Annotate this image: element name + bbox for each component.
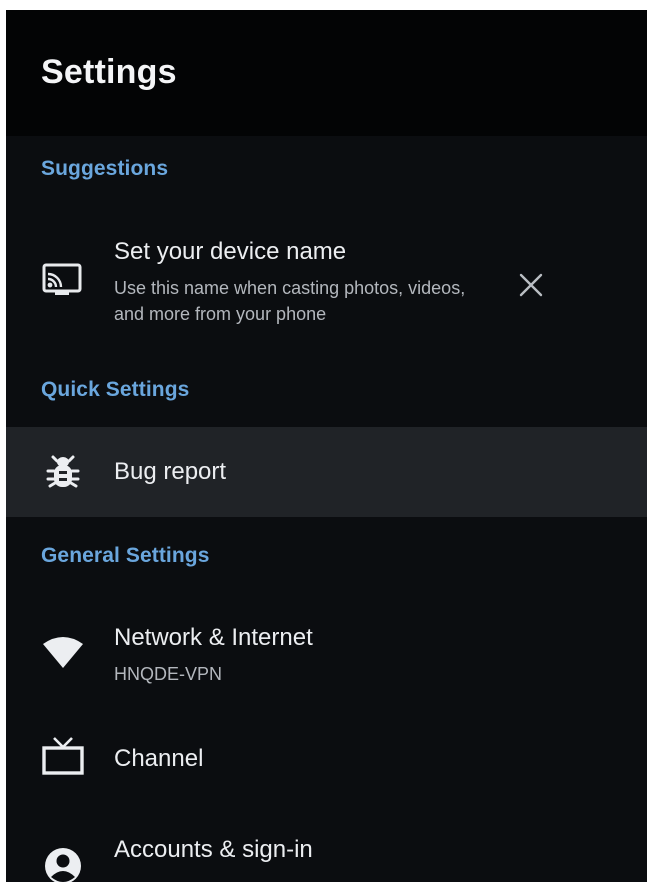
- bug-report-label: Bug report: [114, 458, 227, 485]
- network-label: Network & Internet: [114, 624, 313, 651]
- account-circle-icon: [41, 844, 85, 882]
- cast-icon: [41, 258, 85, 302]
- network-status: HNQDE-VPN: [114, 664, 223, 684]
- page-title: Settings: [41, 53, 177, 91]
- suggestion-item-device-name[interactable]: Set your device name Use this name when …: [6, 218, 647, 346]
- wifi-icon: [41, 630, 85, 674]
- section-label-quick-settings: Quick Settings: [41, 378, 190, 401]
- suggestion-subtitle-line2: and more from your phone: [114, 304, 327, 324]
- settings-item-accounts[interactable]: Accounts & sign-in: [6, 810, 647, 882]
- bug-icon: [41, 450, 85, 494]
- channel-label: Channel: [114, 745, 204, 772]
- section-label-suggestions: Suggestions: [41, 157, 169, 180]
- settings-item-bug-report[interactable]: Bug report: [6, 427, 647, 517]
- suggestion-title: Set your device name: [114, 238, 347, 265]
- settings-item-network[interactable]: Network & Internet HNQDE-VPN: [6, 600, 647, 696]
- settings-header: Settings: [6, 10, 647, 136]
- tv-icon: [41, 734, 85, 778]
- settings-panel: Settings Suggestions Set your device nam…: [6, 10, 647, 882]
- close-icon: [518, 272, 544, 303]
- settings-item-channel[interactable]: Channel: [6, 716, 647, 792]
- accounts-label: Accounts & sign-in: [114, 836, 313, 863]
- dismiss-suggestion-button[interactable]: [514, 270, 548, 304]
- suggestion-subtitle-line1: Use this name when casting photos, video…: [114, 278, 466, 298]
- section-label-general-settings: General Settings: [41, 544, 210, 567]
